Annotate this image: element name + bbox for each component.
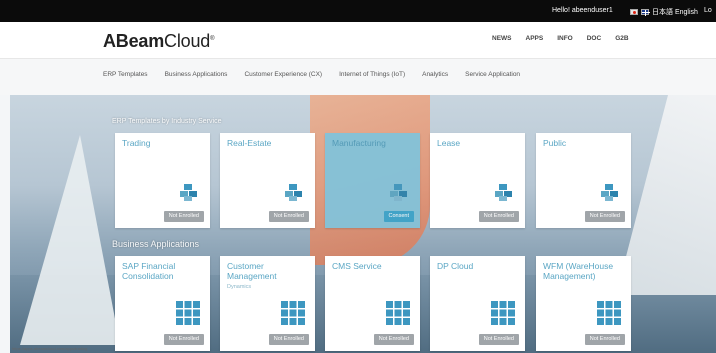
tile-label: WFM (WareHouse Management): [543, 261, 614, 281]
category-service-application[interactable]: Service Application: [465, 71, 520, 78]
grid-icon: [491, 301, 515, 325]
tile-label: Real-Estate: [227, 138, 272, 148]
uk-flag-icon: [641, 9, 650, 16]
tile-label: Trading: [122, 138, 151, 148]
category-business-applications[interactable]: Business Applications: [165, 71, 228, 78]
tile-customer-management[interactable]: Customer Management Dynamics Not Enrolle…: [220, 256, 315, 351]
enrollment-button[interactable]: Not Enrolled: [478, 334, 519, 345]
user-greeting[interactable]: Hello! abeenduser1: [552, 7, 613, 14]
cube-stack-icon: [390, 184, 407, 201]
grid-icon: [386, 301, 410, 325]
grid-icon: [597, 301, 621, 325]
enrollment-button[interactable]: Not Enrolled: [268, 334, 309, 345]
grid-icon: [176, 301, 200, 325]
sail-left: [20, 135, 120, 345]
tile-trading[interactable]: Trading Not Enrolled: [115, 133, 210, 228]
enrollment-button[interactable]: Not Enrolled: [163, 334, 204, 345]
category-navigation: ERP Templates Business Applications Cust…: [0, 59, 716, 95]
cube-stack-icon: [601, 184, 618, 201]
cube-stack-icon: [180, 184, 197, 201]
nav-doc[interactable]: DOC: [587, 35, 601, 42]
enrollment-button[interactable]: Not Enrolled: [584, 211, 625, 222]
tile-lease[interactable]: Lease Not Enrolled: [430, 133, 525, 228]
category-erp-templates[interactable]: ERP Templates: [103, 71, 148, 78]
tile-label: DP Cloud: [437, 261, 474, 271]
tile-cms-service[interactable]: CMS Service Not Enrolled: [325, 256, 420, 351]
section-title-industry: ERP Templates by Industry Service: [112, 118, 222, 125]
tile-real-estate[interactable]: Real-Estate Not Enrolled: [220, 133, 315, 228]
abeam-cloud-logo[interactable]: ABeamCloud®: [103, 31, 215, 52]
language-label[interactable]: 日本語 English: [652, 7, 698, 17]
top-navigation: NEWS APPS INFO DOC G2B: [492, 35, 629, 42]
cube-stack-icon: [495, 184, 512, 201]
nav-news[interactable]: NEWS: [492, 35, 512, 42]
tile-public[interactable]: Public Not Enrolled: [536, 133, 631, 228]
tile-label: Public: [543, 138, 567, 148]
tile-label: Lease: [437, 138, 461, 148]
section-title-business: Business Applications: [112, 239, 200, 249]
japan-flag-icon: [630, 9, 638, 15]
logout-link[interactable]: Lo: [704, 7, 712, 14]
enrollment-button[interactable]: Consent: [383, 211, 414, 222]
category-customer-experience[interactable]: Customer Experience (CX): [244, 71, 322, 78]
nav-info[interactable]: INFO: [557, 35, 573, 42]
tile-wfm[interactable]: WFM (WareHouse Management) Not Enrolled: [536, 256, 631, 351]
tile-manufacturing[interactable]: Manufacturing Consent: [325, 133, 420, 228]
tile-label: CMS Service: [332, 261, 382, 271]
category-iot[interactable]: Internet of Things (IoT): [339, 71, 405, 78]
nav-g2b[interactable]: G2B: [615, 35, 628, 42]
status-bar-url: https://apps.abeamcloud.com/apps/trading: [12, 346, 88, 351]
enrollment-button[interactable]: Not Enrolled: [373, 334, 414, 345]
cube-stack-icon: [285, 184, 302, 201]
enrollment-button[interactable]: Not Enrolled: [268, 211, 309, 222]
tile-sap-financial-consolidation[interactable]: SAP Financial Consolidation Not Enrolled: [115, 256, 210, 351]
nav-apps[interactable]: APPS: [526, 35, 544, 42]
grid-icon: [281, 301, 305, 325]
enrollment-button[interactable]: Not Enrolled: [584, 334, 625, 345]
tile-dp-cloud[interactable]: DP Cloud Not Enrolled: [430, 256, 525, 351]
enrollment-button[interactable]: Not Enrolled: [163, 211, 204, 222]
site-header: ABeamCloud® NEWS APPS INFO DOC G2B: [0, 22, 716, 59]
tile-label: Manufacturing: [332, 138, 386, 148]
language-switcher[interactable]: 日本語 English: [630, 7, 698, 17]
category-analytics[interactable]: Analytics: [422, 71, 448, 78]
tile-sublabel: Dynamics: [227, 284, 252, 290]
tile-label: Customer Management: [227, 261, 277, 281]
top-bar: Hello! abeenduser1 日本語 English Lo: [0, 0, 716, 22]
tile-label: SAP Financial Consolidation: [122, 261, 176, 281]
enrollment-button[interactable]: Not Enrolled: [478, 211, 519, 222]
